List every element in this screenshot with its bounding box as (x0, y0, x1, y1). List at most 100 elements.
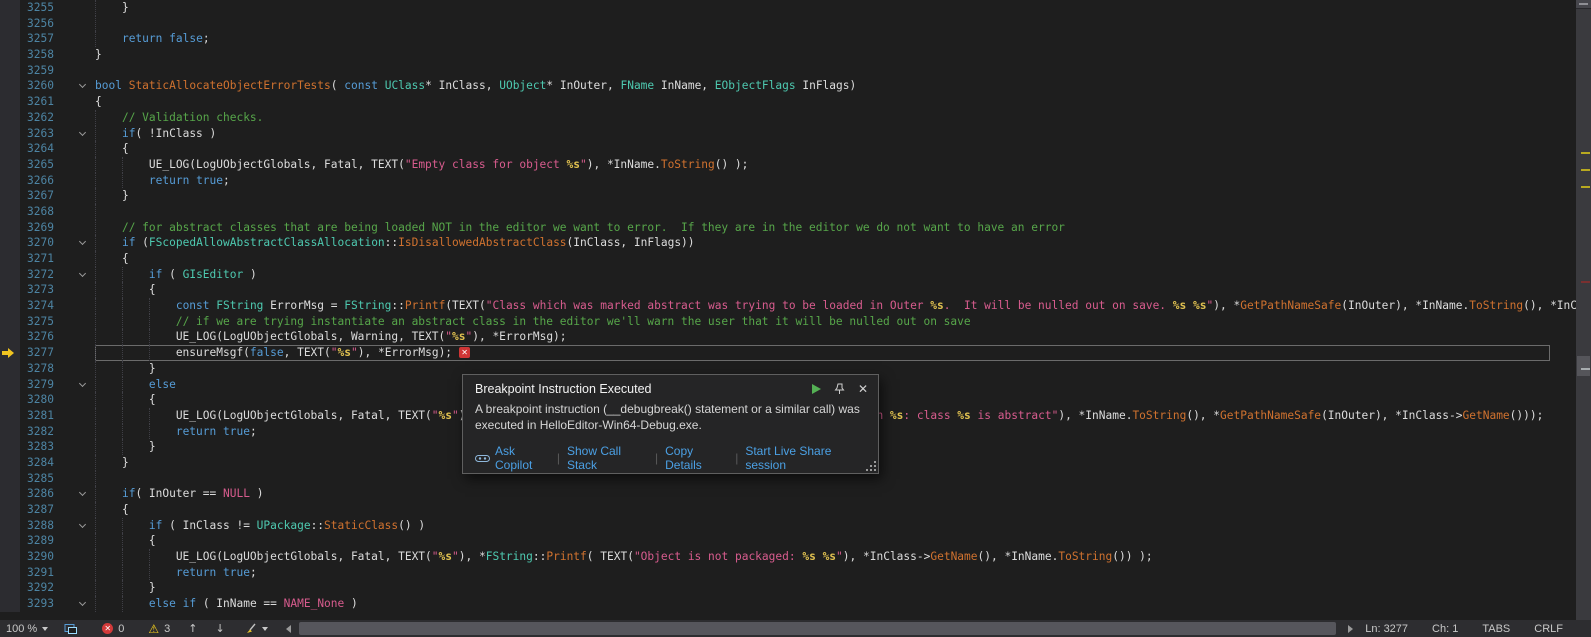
code-content[interactable]: { (95, 282, 1576, 298)
fold-chevron-icon[interactable] (79, 270, 86, 277)
line-number[interactable]: 3276 (20, 329, 54, 345)
code-content[interactable]: ensureMsgf(false, TEXT("%s"), *ErrorMsg)… (95, 345, 1550, 361)
code-content[interactable] (95, 16, 1576, 32)
line-number[interactable]: 3261 (20, 94, 54, 110)
code-content[interactable]: UE_LOG(LogUObjectGlobals, Fatal, TEXT("%… (95, 549, 1576, 565)
breakpoint-margin[interactable] (0, 251, 20, 267)
breakpoint-margin[interactable] (0, 392, 20, 408)
error-indicator[interactable]: ✕ 0 (102, 623, 124, 635)
code-content[interactable]: if( InOuter == NULL ) (95, 486, 1576, 502)
line-number[interactable]: 3257 (20, 31, 54, 47)
horizontal-scrollbar[interactable] (286, 620, 1354, 637)
indent-mode-indicator[interactable]: TABS (1470, 623, 1522, 635)
breakpoint-margin[interactable] (0, 565, 20, 581)
code-content[interactable]: if( !InClass ) (95, 126, 1576, 142)
code-content[interactable]: } (95, 47, 1576, 63)
warning-indicator[interactable]: ⚠ 3 (148, 623, 170, 635)
breakpoint-margin[interactable] (0, 157, 20, 173)
fold-chevron-icon[interactable] (79, 599, 86, 606)
fold-chevron-icon[interactable] (79, 489, 86, 496)
line-number[interactable]: 3278 (20, 361, 54, 377)
line-number[interactable]: 3281 (20, 408, 54, 424)
breakpoint-margin[interactable] (0, 502, 20, 518)
breakpoint-margin[interactable] (0, 298, 20, 314)
line-number[interactable]: 3292 (20, 580, 54, 596)
code-content[interactable]: UE_LOG(LogUObjectGlobals, Fatal, TEXT("E… (95, 157, 1576, 173)
breakpoint-margin[interactable] (0, 141, 20, 157)
breakpoint-margin[interactable] (0, 282, 20, 298)
previous-issue-button[interactable]: ↑ (188, 622, 197, 635)
line-number[interactable]: 3265 (20, 157, 54, 173)
code-content[interactable]: if ( InClass != UPackage::StaticClass() … (95, 518, 1576, 534)
fold-margin[interactable] (54, 486, 95, 502)
line-number[interactable]: 3264 (20, 141, 54, 157)
line-number[interactable]: 3273 (20, 282, 54, 298)
code-content[interactable]: { (95, 251, 1576, 267)
popup-link-show-call-stack[interactable]: Show Call Stack (567, 444, 648, 472)
line-number[interactable]: 3270 (20, 235, 54, 251)
fold-margin[interactable] (54, 267, 95, 283)
line-number[interactable]: 3260 (20, 78, 54, 94)
code-content[interactable]: // Validation checks. (95, 110, 1576, 126)
scrollbar-split-handle-icon[interactable] (1576, 0, 1591, 9)
code-content[interactable]: } (95, 0, 1576, 16)
breakpoint-margin[interactable] (0, 235, 20, 251)
breakpoint-margin[interactable] (0, 126, 20, 142)
line-number[interactable]: 3291 (20, 565, 54, 581)
line-number[interactable]: 3259 (20, 63, 54, 79)
breakpoint-margin[interactable] (0, 314, 20, 330)
code-content[interactable] (95, 204, 1576, 220)
code-content[interactable]: // if we are trying instantiate an abstr… (95, 314, 1576, 330)
code-content[interactable]: { (95, 502, 1576, 518)
line-number[interactable]: 3279 (20, 377, 54, 393)
horizontal-scrollbar-track[interactable] (295, 620, 1345, 637)
pin-icon[interactable] (834, 383, 845, 395)
column-indicator[interactable]: Ch: 1 (1420, 623, 1470, 635)
breakpoint-margin[interactable] (0, 533, 20, 549)
breakpoint-margin[interactable] (0, 31, 20, 47)
line-number[interactable]: 3289 (20, 533, 54, 549)
breakpoint-margin[interactable] (0, 173, 20, 189)
breakpoint-margin[interactable] (0, 424, 20, 440)
line-number[interactable]: 3256 (20, 16, 54, 32)
breakpoint-margin[interactable] (0, 63, 20, 79)
breakpoint-margin[interactable] (0, 220, 20, 236)
line-number[interactable]: 3286 (20, 486, 54, 502)
breakpoint-margin[interactable] (0, 110, 20, 126)
fold-margin[interactable] (54, 126, 95, 142)
line-number[interactable]: 3269 (20, 220, 54, 236)
breakpoint-margin[interactable] (0, 345, 20, 361)
code-content[interactable]: if ( GIsEditor ) (95, 267, 1576, 283)
code-content[interactable]: else if ( InName == NAME_None ) (95, 596, 1576, 612)
line-number[interactable]: 3283 (20, 439, 54, 455)
fold-chevron-icon[interactable] (79, 379, 86, 386)
line-number[interactable]: 3262 (20, 110, 54, 126)
code-content[interactable]: return true; (95, 565, 1576, 581)
breakpoint-margin[interactable] (0, 361, 20, 377)
code-content[interactable]: return false; (95, 31, 1576, 47)
close-icon[interactable]: ✕ (858, 382, 868, 396)
fold-margin[interactable] (54, 78, 95, 94)
code-content[interactable]: bool StaticAllocateObjectErrorTests( con… (95, 78, 1576, 94)
breakpoint-margin[interactable] (0, 471, 20, 487)
code-content[interactable]: const FString ErrorMsg = FString::Printf… (95, 298, 1576, 314)
fold-chevron-icon[interactable] (79, 128, 86, 135)
line-indicator[interactable]: Ln: 3277 (1353, 623, 1420, 635)
breakpoint-margin[interactable] (0, 439, 20, 455)
breakpoint-margin[interactable] (0, 580, 20, 596)
line-number[interactable]: 3255 (20, 0, 54, 16)
resize-grip[interactable] (866, 461, 876, 471)
code-content[interactable]: } (95, 188, 1576, 204)
scroll-left-icon[interactable] (286, 625, 291, 633)
line-number[interactable]: 3266 (20, 173, 54, 189)
code-content[interactable]: if (FScopedAllowAbstractClassAllocation:… (95, 235, 1576, 251)
line-number[interactable]: 3282 (20, 424, 54, 440)
continue-icon[interactable] (812, 384, 821, 394)
document-health-icon[interactable] (64, 623, 78, 635)
line-number[interactable]: 3258 (20, 47, 54, 63)
fold-chevron-icon[interactable] (79, 238, 86, 245)
breakpoint-margin[interactable] (0, 408, 20, 424)
breakpoint-margin[interactable] (0, 329, 20, 345)
breakpoint-margin[interactable] (0, 549, 20, 565)
code-content[interactable]: { (95, 94, 1576, 110)
